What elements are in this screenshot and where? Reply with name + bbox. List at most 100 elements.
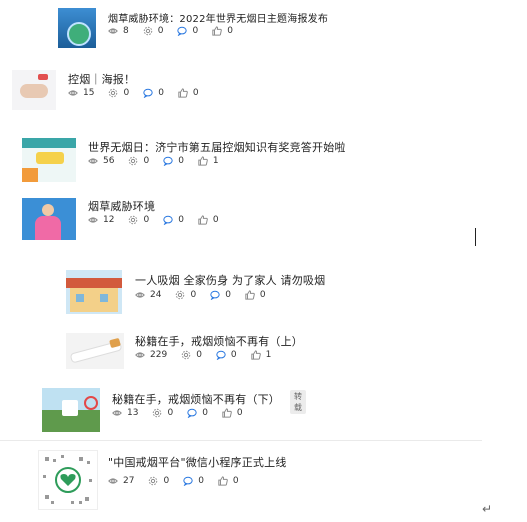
article-title[interactable]: 一人吸烟 全家伤身 为了家人 请勿吸烟 bbox=[135, 272, 325, 288]
article-stats: 229 0 0 1 bbox=[135, 350, 285, 360]
comment-icon bbox=[187, 408, 197, 418]
comment-icon bbox=[210, 290, 220, 300]
views-count: 12 bbox=[103, 215, 115, 225]
article-thumbnail[interactable] bbox=[22, 138, 76, 182]
views-stat: 15 bbox=[68, 88, 94, 98]
repost-badge: 转载 bbox=[290, 390, 306, 414]
gear-icon bbox=[129, 215, 138, 225]
article-title[interactable]: 烟草威胁环境 bbox=[88, 198, 155, 214]
views-stat: 56 bbox=[88, 156, 114, 166]
article-stats: 56 0 0 1 bbox=[88, 156, 233, 166]
shares-stat: 0 bbox=[152, 408, 173, 418]
likes-stat: 0 bbox=[218, 476, 239, 486]
comments-stat: 0 bbox=[187, 408, 208, 418]
thumbs-up-icon bbox=[212, 26, 223, 36]
eye-icon bbox=[112, 410, 122, 416]
article-title[interactable]: 秘籍在手，戒烟烦恼不再有（下） bbox=[112, 391, 280, 407]
eye-icon bbox=[68, 90, 78, 96]
shares-stat: 0 bbox=[148, 476, 169, 486]
comments-count: 0 bbox=[202, 408, 208, 418]
shares-count: 0 bbox=[190, 290, 197, 300]
shares-stat: 0 bbox=[181, 350, 202, 360]
article-title[interactable]: 控烟｜海报！ bbox=[68, 71, 135, 87]
comment-icon bbox=[183, 476, 193, 486]
article-thumbnail[interactable] bbox=[66, 270, 122, 314]
views-stat: 27 bbox=[108, 476, 134, 486]
views-stat: 8 bbox=[108, 26, 129, 36]
comment-icon bbox=[216, 350, 226, 360]
likes-count: 1 bbox=[265, 350, 272, 360]
article-stats: 15 0 0 0 bbox=[68, 88, 213, 98]
article-thumbnail[interactable] bbox=[12, 70, 56, 110]
gear-icon bbox=[143, 26, 152, 36]
article-stats: 27 0 0 0 bbox=[108, 476, 253, 486]
likes-count: 0 bbox=[236, 408, 243, 418]
thumbs-up-icon bbox=[198, 156, 208, 166]
shares-count: 0 bbox=[143, 156, 150, 166]
views-count: 229 bbox=[150, 350, 168, 360]
views-stat: 12 bbox=[88, 215, 114, 225]
shares-stat: 0 bbox=[143, 26, 164, 36]
comments-count: 0 bbox=[158, 88, 164, 98]
likes-count: 0 bbox=[227, 26, 233, 36]
shares-count: 0 bbox=[163, 476, 170, 486]
views-count: 27 bbox=[123, 476, 135, 486]
comment-icon bbox=[163, 215, 173, 225]
article-thumbnail[interactable] bbox=[42, 388, 100, 432]
comment-icon bbox=[177, 26, 188, 36]
eye-icon bbox=[108, 28, 118, 34]
gear-icon bbox=[181, 350, 191, 360]
thumbs-up-icon bbox=[222, 408, 232, 418]
article-thumbnail[interactable] bbox=[22, 198, 76, 240]
article-thumbnail[interactable] bbox=[38, 450, 98, 510]
gear-icon bbox=[176, 290, 185, 300]
comments-count: 0 bbox=[225, 290, 231, 300]
views-count: 8 bbox=[123, 26, 129, 36]
likes-stat: 0 bbox=[222, 408, 243, 418]
comments-stat: 0 bbox=[177, 26, 198, 36]
likes-stat: 1 bbox=[250, 350, 272, 360]
article-thumbnail[interactable] bbox=[66, 333, 124, 369]
article-stats: 13 0 0 0 bbox=[112, 408, 257, 418]
views-count: 15 bbox=[83, 88, 95, 98]
views-count: 24 bbox=[150, 290, 162, 300]
article-thumbnail[interactable] bbox=[58, 8, 96, 48]
likes-count: 0 bbox=[212, 215, 219, 225]
thumbs-up-icon bbox=[245, 290, 255, 300]
likes-count: 0 bbox=[259, 290, 266, 300]
likes-count: 0 bbox=[232, 476, 239, 486]
comments-count: 0 bbox=[230, 350, 237, 360]
shares-count: 0 bbox=[157, 26, 164, 36]
gear-icon bbox=[129, 156, 138, 166]
comment-icon bbox=[143, 88, 153, 98]
article-title[interactable]: 世界无烟日：济宁市第五届控烟知识有奖竞答开始啦 bbox=[88, 139, 346, 155]
article-stats: 8 0 0 0 bbox=[108, 26, 247, 36]
paragraph-return-mark: ↵ bbox=[482, 502, 493, 516]
article-title[interactable]: "中国戒烟平台"微信小程序正式上线 bbox=[108, 454, 287, 470]
views-stat: 229 bbox=[135, 350, 167, 360]
article-title[interactable]: 烟草威胁环境：2022年世界无烟日主题海报发布 bbox=[108, 10, 328, 25]
shares-count: 0 bbox=[196, 350, 202, 360]
likes-stat: 0 bbox=[245, 290, 266, 300]
likes-stat: 0 bbox=[212, 26, 233, 36]
comments-stat: 0 bbox=[210, 290, 231, 300]
shares-stat: 0 bbox=[108, 88, 129, 98]
comments-stat: 0 bbox=[183, 476, 204, 486]
shares-stat: 0 bbox=[128, 215, 149, 225]
comments-count: 0 bbox=[178, 156, 184, 166]
shares-count: 0 bbox=[123, 88, 130, 98]
views-count: 13 bbox=[127, 408, 139, 418]
gear-icon bbox=[153, 408, 162, 418]
shares-count: 0 bbox=[143, 215, 150, 225]
thumbs-up-icon bbox=[178, 88, 188, 98]
thumbs-up-icon bbox=[250, 350, 261, 360]
comments-stat: 0 bbox=[163, 215, 184, 225]
likes-stat: 0 bbox=[198, 215, 219, 225]
article-stats: 12 0 0 0 bbox=[88, 215, 233, 225]
eye-icon bbox=[88, 158, 98, 164]
article-title[interactable]: 秘籍在手，戒烟烦恼不再有（上） bbox=[135, 333, 303, 349]
thumbs-up-icon bbox=[198, 215, 208, 225]
likes-count: 1 bbox=[212, 156, 219, 166]
shares-stat: 0 bbox=[128, 156, 149, 166]
divider bbox=[0, 440, 482, 441]
